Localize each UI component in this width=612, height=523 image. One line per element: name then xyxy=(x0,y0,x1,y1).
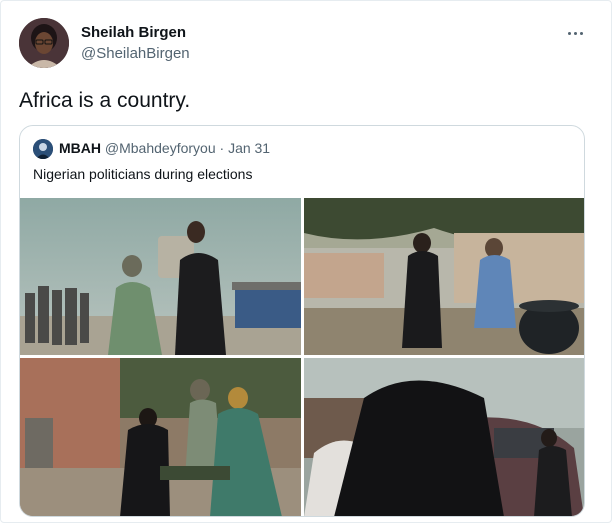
author-handle[interactable]: @SheilahBirgen xyxy=(81,45,190,62)
media-photo-1[interactable] xyxy=(20,198,301,355)
media-grid xyxy=(20,198,584,516)
author-avatar[interactable] xyxy=(19,18,69,68)
tweet-text: Africa is a country. xyxy=(19,89,191,112)
quoted-author-name[interactable]: MBAH xyxy=(59,140,101,156)
photo-image xyxy=(304,198,584,355)
media-photo-4[interactable] xyxy=(304,358,584,516)
media-photo-3[interactable] xyxy=(20,358,301,516)
avatar-photo xyxy=(19,18,69,68)
quoted-tweet[interactable]: MBAH @Mbahdeyforyou · Jan 31 Nigerian po… xyxy=(19,125,585,517)
photo-image xyxy=(20,198,301,355)
quoted-tweet-date[interactable]: Jan 31 xyxy=(228,140,270,156)
quoted-tweet-header: MBAH @Mbahdeyforyou · Jan 31 xyxy=(59,140,270,156)
more-options-button[interactable] xyxy=(563,23,587,43)
quoted-tweet-text: Nigerian politicians during elections xyxy=(33,166,253,182)
quoted-author-handle[interactable]: @Mbahdeyforyou xyxy=(105,140,216,156)
media-photo-2[interactable] xyxy=(304,198,584,355)
photo-image xyxy=(304,358,584,516)
header-separator: · xyxy=(219,140,225,156)
avatar-photo xyxy=(33,139,53,159)
photo-image xyxy=(20,358,301,516)
more-horizontal-icon xyxy=(567,31,583,35)
tweet-card: Sheilah Birgen @SheilahBirgen Africa is … xyxy=(0,0,612,523)
author-name[interactable]: Sheilah Birgen xyxy=(81,24,186,41)
quoted-author-avatar[interactable] xyxy=(33,139,53,159)
